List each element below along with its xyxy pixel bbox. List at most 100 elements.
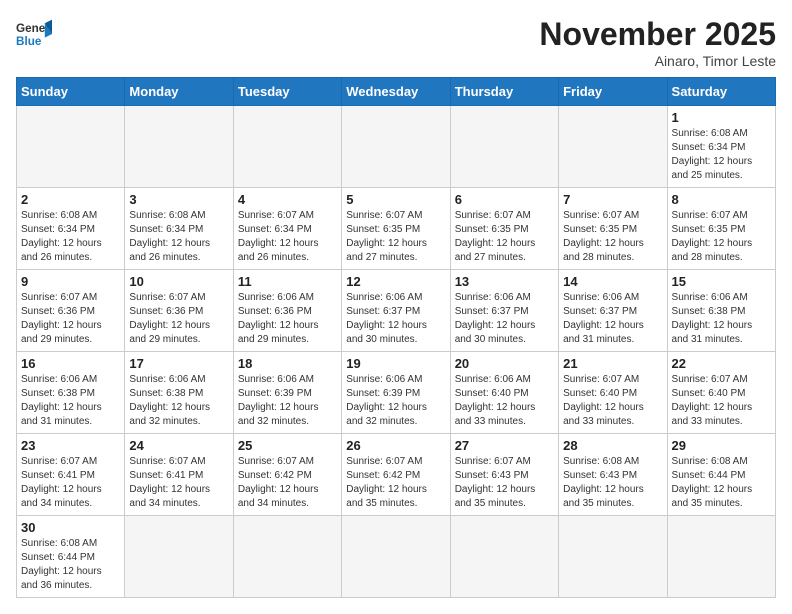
calendar-cell: 20 Sunrise: 6:06 AM Sunset: 6:40 PM Dayli…: [450, 352, 558, 434]
calendar-cell: 30Sunrise: 6:08 AM Sunset: 6:44 PM Dayli…: [17, 516, 125, 598]
calendar-cell: 5 Sunrise: 6:07 AM Sunset: 6:35 PM Daylig…: [342, 188, 450, 270]
day-info: Sunrise: 6:08 AM Sunset: 6:43 PM Dayligh…: [563, 455, 662, 511]
calendar-cell: 22Sunrise: 6:07 AM Sunset: 6:40 PM Dayli…: [667, 352, 775, 434]
day-number: 12: [346, 274, 445, 289]
day-number: 5: [346, 192, 445, 207]
day-number: 16: [21, 356, 120, 371]
calendar-cell: 7 Sunrise: 6:07 AM Sunset: 6:35 PM Daylig…: [559, 188, 667, 270]
weekday-header-monday: Monday: [125, 78, 233, 106]
calendar-cell: [17, 106, 125, 188]
day-info: Sunrise: 6:06 AM Sunset: 6:38 PM Dayligh…: [129, 373, 228, 429]
weekday-header-friday: Friday: [559, 78, 667, 106]
calendar-cell: 28 Sunrise: 6:08 AM Sunset: 6:43 PM Dayli…: [559, 434, 667, 516]
day-info: Sunrise: 6:06 AM Sunset: 6:36 PM Dayligh…: [238, 291, 337, 347]
day-number: 22: [672, 356, 771, 371]
title-block: November 2025 Ainaro, Timor Leste: [539, 16, 776, 69]
day-info: Sunrise: 6:07 AM Sunset: 6:36 PM Dayligh…: [129, 291, 228, 347]
weekday-header-sunday: Sunday: [17, 78, 125, 106]
day-info: Sunrise: 6:07 AM Sunset: 6:35 PM Dayligh…: [563, 209, 662, 265]
day-info: Sunrise: 6:06 AM Sunset: 6:39 PM Dayligh…: [346, 373, 445, 429]
day-number: 30: [21, 520, 120, 535]
calendar-week-3: 9Sunrise: 6:07 AM Sunset: 6:36 PM Daylig…: [17, 270, 776, 352]
day-number: 19: [346, 356, 445, 371]
calendar-cell: 16 Sunrise: 6:06 AM Sunset: 6:38 PM Dayli…: [17, 352, 125, 434]
day-info: Sunrise: 6:08 AM Sunset: 6:44 PM Dayligh…: [672, 455, 771, 511]
day-info: Sunrise: 6:07 AM Sunset: 6:43 PM Dayligh…: [455, 455, 554, 511]
calendar-cell: [342, 516, 450, 598]
logo-svg: General Blue: [16, 16, 52, 52]
day-number: 7: [563, 192, 662, 207]
day-number: 3: [129, 192, 228, 207]
calendar-cell: 29Sunrise: 6:08 AM Sunset: 6:44 PM Dayli…: [667, 434, 775, 516]
day-info: Sunrise: 6:07 AM Sunset: 6:35 PM Dayligh…: [672, 209, 771, 265]
day-number: 14: [563, 274, 662, 289]
day-info: Sunrise: 6:07 AM Sunset: 6:40 PM Dayligh…: [563, 373, 662, 429]
day-number: 2: [21, 192, 120, 207]
day-number: 4: [238, 192, 337, 207]
month-title: November 2025: [539, 16, 776, 53]
day-number: 17: [129, 356, 228, 371]
logo: General Blue: [16, 16, 52, 52]
day-info: Sunrise: 6:06 AM Sunset: 6:37 PM Dayligh…: [563, 291, 662, 347]
calendar-cell: 17 Sunrise: 6:06 AM Sunset: 6:38 PM Dayli…: [125, 352, 233, 434]
calendar-cell: [233, 516, 341, 598]
day-info: Sunrise: 6:07 AM Sunset: 6:35 PM Dayligh…: [346, 209, 445, 265]
calendar-cell: 23Sunrise: 6:07 AM Sunset: 6:41 PM Dayli…: [17, 434, 125, 516]
day-number: 25: [238, 438, 337, 453]
page-header: General Blue November 2025 Ainaro, Timor…: [16, 16, 776, 69]
calendar-cell: [125, 106, 233, 188]
day-info: Sunrise: 6:06 AM Sunset: 6:37 PM Dayligh…: [346, 291, 445, 347]
day-info: Sunrise: 6:07 AM Sunset: 6:36 PM Dayligh…: [21, 291, 120, 347]
calendar-week-2: 2 Sunrise: 6:08 AM Sunset: 6:34 PM Daylig…: [17, 188, 776, 270]
calendar-cell: 19 Sunrise: 6:06 AM Sunset: 6:39 PM Dayli…: [342, 352, 450, 434]
calendar-cell: 4Sunrise: 6:07 AM Sunset: 6:34 PM Daylig…: [233, 188, 341, 270]
calendar-week-6: 30Sunrise: 6:08 AM Sunset: 6:44 PM Dayli…: [17, 516, 776, 598]
calendar-week-5: 23Sunrise: 6:07 AM Sunset: 6:41 PM Dayli…: [17, 434, 776, 516]
calendar-cell: 18 Sunrise: 6:06 AM Sunset: 6:39 PM Dayli…: [233, 352, 341, 434]
calendar-cell: 2 Sunrise: 6:08 AM Sunset: 6:34 PM Daylig…: [17, 188, 125, 270]
calendar-cell: 6Sunrise: 6:07 AM Sunset: 6:35 PM Daylig…: [450, 188, 558, 270]
day-info: Sunrise: 6:06 AM Sunset: 6:37 PM Dayligh…: [455, 291, 554, 347]
day-info: Sunrise: 6:07 AM Sunset: 6:41 PM Dayligh…: [129, 455, 228, 511]
calendar-cell: 26 Sunrise: 6:07 AM Sunset: 6:42 PM Dayli…: [342, 434, 450, 516]
day-number: 18: [238, 356, 337, 371]
day-info: Sunrise: 6:06 AM Sunset: 6:40 PM Dayligh…: [455, 373, 554, 429]
calendar-cell: 21 Sunrise: 6:07 AM Sunset: 6:40 PM Dayli…: [559, 352, 667, 434]
day-number: 8: [672, 192, 771, 207]
calendar-cell: 25 Sunrise: 6:07 AM Sunset: 6:42 PM Dayli…: [233, 434, 341, 516]
day-number: 1: [672, 110, 771, 125]
day-number: 20: [455, 356, 554, 371]
weekday-header-tuesday: Tuesday: [233, 78, 341, 106]
calendar-cell: [667, 516, 775, 598]
weekday-header-wednesday: Wednesday: [342, 78, 450, 106]
day-info: Sunrise: 6:07 AM Sunset: 6:41 PM Dayligh…: [21, 455, 120, 511]
day-info: Sunrise: 6:07 AM Sunset: 6:42 PM Dayligh…: [346, 455, 445, 511]
day-info: Sunrise: 6:07 AM Sunset: 6:42 PM Dayligh…: [238, 455, 337, 511]
calendar-table: SundayMondayTuesdayWednesdayThursdayFrid…: [16, 77, 776, 598]
calendar-cell: [450, 106, 558, 188]
day-number: 28: [563, 438, 662, 453]
calendar-cell: [125, 516, 233, 598]
day-info: Sunrise: 6:06 AM Sunset: 6:39 PM Dayligh…: [238, 373, 337, 429]
weekday-header-saturday: Saturday: [667, 78, 775, 106]
day-number: 24: [129, 438, 228, 453]
day-info: Sunrise: 6:08 AM Sunset: 6:34 PM Dayligh…: [21, 209, 120, 265]
calendar-cell: 3Sunrise: 6:08 AM Sunset: 6:34 PM Daylig…: [125, 188, 233, 270]
calendar-cell: 24 Sunrise: 6:07 AM Sunset: 6:41 PM Dayli…: [125, 434, 233, 516]
calendar-cell: 14 Sunrise: 6:06 AM Sunset: 6:37 PM Dayli…: [559, 270, 667, 352]
calendar-cell: 12 Sunrise: 6:06 AM Sunset: 6:37 PM Dayli…: [342, 270, 450, 352]
calendar-cell: 13Sunrise: 6:06 AM Sunset: 6:37 PM Dayli…: [450, 270, 558, 352]
calendar-cell: 27Sunrise: 6:07 AM Sunset: 6:43 PM Dayli…: [450, 434, 558, 516]
calendar-cell: 11 Sunrise: 6:06 AM Sunset: 6:36 PM Dayli…: [233, 270, 341, 352]
calendar-cell: [450, 516, 558, 598]
day-info: Sunrise: 6:06 AM Sunset: 6:38 PM Dayligh…: [672, 291, 771, 347]
weekday-header-thursday: Thursday: [450, 78, 558, 106]
day-info: Sunrise: 6:06 AM Sunset: 6:38 PM Dayligh…: [21, 373, 120, 429]
calendar-cell: 1Sunrise: 6:08 AM Sunset: 6:34 PM Daylig…: [667, 106, 775, 188]
day-number: 26: [346, 438, 445, 453]
calendar-cell: 9Sunrise: 6:07 AM Sunset: 6:36 PM Daylig…: [17, 270, 125, 352]
day-number: 6: [455, 192, 554, 207]
day-number: 21: [563, 356, 662, 371]
day-number: 11: [238, 274, 337, 289]
calendar-week-1: 1Sunrise: 6:08 AM Sunset: 6:34 PM Daylig…: [17, 106, 776, 188]
